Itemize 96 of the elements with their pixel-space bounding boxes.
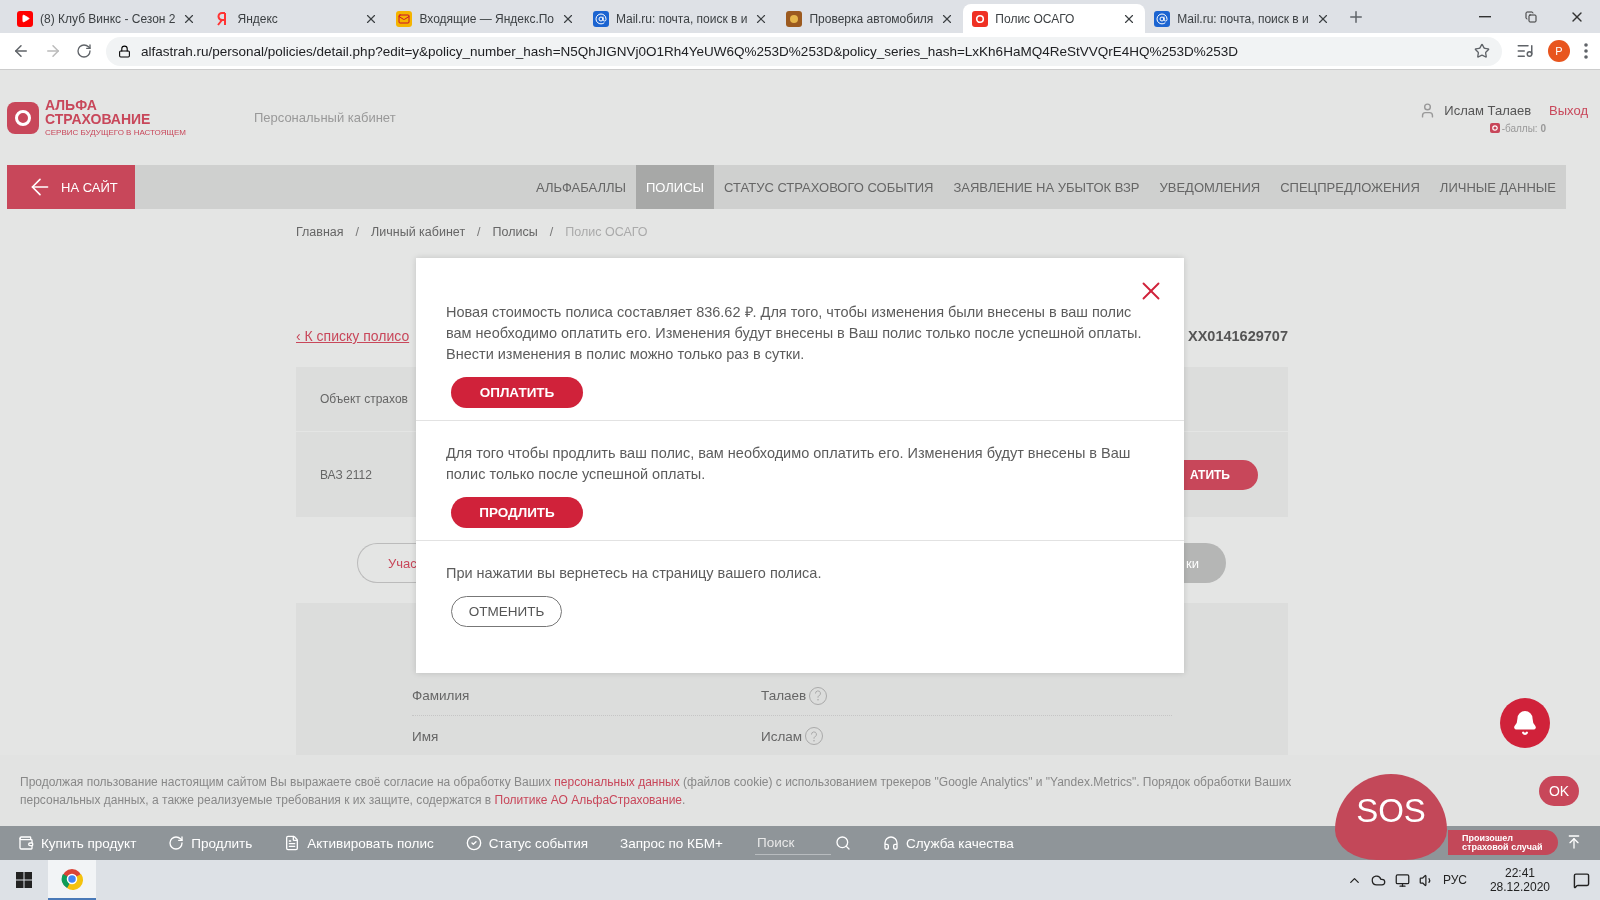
logo-text: СТРАХОВАНИЕ <box>45 112 152 126</box>
breadcrumb-separator: / <box>549 225 554 239</box>
toolbar-link[interactable]: Служба качества <box>882 835 1014 851</box>
back-button[interactable] <box>12 42 30 60</box>
nav-item[interactable]: СТАТУС СТРАХОВОГО СОБЫТИЯ <box>714 165 944 209</box>
section-title: Персональный кабинет <box>253 110 396 125</box>
notifications-icon[interactable] <box>1573 871 1590 889</box>
toolbar-link[interactable]: Статус события <box>465 835 588 851</box>
toolbar-link[interactable]: Продлить <box>168 835 253 851</box>
windows-logo-icon <box>16 872 32 888</box>
at-sign-icon <box>593 10 610 27</box>
logo-icon <box>972 10 989 27</box>
toolbar-link[interactable]: Запрос по КБМ+ <box>620 835 723 851</box>
points-text: -баллы: 0 <box>1501 122 1546 134</box>
wallet-icon <box>18 835 34 851</box>
breadcrumb-separator: / <box>355 225 360 239</box>
field-label: Фамилия <box>412 688 471 703</box>
headphones-icon <box>882 835 899 851</box>
cloud-icon[interactable] <box>1370 872 1386 888</box>
action-button[interactable]: ПРОДЛИТЬ <box>451 497 583 528</box>
policy-number: ХХ0141629707 <box>1188 328 1288 344</box>
policy-link[interactable]: Политике АО АльфаСтрахование <box>494 792 683 807</box>
playlist-icon <box>1516 42 1534 60</box>
nav-item[interactable]: СПЕЦПРЕДЛОЖЕНИЯ <box>1270 165 1430 209</box>
document-icon <box>284 835 301 851</box>
browser-taskbar-button[interactable] <box>48 860 96 900</box>
dialog-message: При нажатии вы вернетесь на страницу вашего полиса. <box>446 564 823 583</box>
cancel-button[interactable]: ОТМЕНИТЬ <box>451 596 562 627</box>
points-icon <box>1489 123 1500 133</box>
bell-icon <box>1512 710 1538 736</box>
user-name: Ислам Талаев <box>1444 102 1532 118</box>
policy-link[interactable]: персональных данных <box>554 774 680 789</box>
scroll-top-button[interactable] <box>1566 834 1582 850</box>
restore-icon <box>1525 10 1537 23</box>
field-value: Ислам <box>761 728 803 744</box>
toolbar-link[interactable]: Купить продукт <box>18 835 137 851</box>
play-icon <box>17 10 33 27</box>
browser-tab[interactable]: (8) Клуб Винкс - Сезон 2 <box>8 4 206 33</box>
action-button[interactable]: ОПЛАТИТЬ <box>451 377 583 408</box>
menu-button[interactable] <box>1584 43 1588 59</box>
browser-tab[interactable]: Mail.ru: почта, поиск в и <box>1145 4 1339 33</box>
minimize-icon <box>1479 15 1491 18</box>
language-indicator[interactable]: РУС <box>1442 873 1467 887</box>
browser-tab[interactable]: Mail.ru: почта, поиск в и <box>584 4 778 33</box>
reload-button[interactable] <box>76 43 92 59</box>
clock-time[interactable]: 22:41 <box>1504 866 1535 880</box>
emblem-icon <box>786 10 803 27</box>
at-sign-icon <box>1154 10 1171 27</box>
profile-button[interactable]: Р <box>1548 40 1570 62</box>
back-to-site-button[interactable]: НА САЙТ <box>7 165 135 209</box>
browser-tab[interactable]: Проверка автомобиля <box>777 4 964 33</box>
cookie-notice: Продолжая пользование настоящим сайтом Вы выражаете своё согласие на обработку Ваших персональных данных (файлов cookie) с использованием трекеров "Google Analytics" и "Yandex.Metrics". Порядок обработки Ваших персональных данных, а также реализуемые требования к их защите, содержатся в Политике АО АльфаСтрахование. <box>20 773 1293 809</box>
search-icon <box>834 835 851 851</box>
field-value: Талаев <box>761 688 807 703</box>
logo-tagline: СЕРВИС БУДУЩЕГО В НАСТОЯЩЕМ <box>45 128 186 137</box>
nav-item[interactable]: УВЕДОМЛЕНИЯ <box>1149 165 1271 209</box>
star-icon[interactable] <box>1474 43 1490 59</box>
incident-button[interactable]: Произошел страховой случай <box>1448 830 1558 855</box>
menu-icon <box>1584 43 1588 59</box>
nav-item[interactable]: ПОЛИСЫ <box>636 165 715 209</box>
browser-logo-icon <box>61 868 83 890</box>
ok-button[interactable]: OK <box>1539 775 1579 806</box>
browser-tab[interactable]: Яндекс <box>205 4 388 33</box>
media-button[interactable] <box>1516 42 1534 60</box>
logo-text: АЛЬФА <box>45 98 98 112</box>
pay-button[interactable]: АТИТЬ <box>1184 459 1258 490</box>
breadcrumb-separator: / <box>477 225 481 239</box>
nav-item[interactable]: АЛЬФАБАЛЛЫ <box>525 165 636 209</box>
nav-item[interactable]: ЛИЧНЫЕ ДАННЫЕ <box>1429 165 1566 209</box>
vehicle-name: ВАЗ 2112 <box>320 467 372 482</box>
arrow-right-icon <box>44 42 62 60</box>
dialog-message: Для того чтобы продлить ваш полис, вам необходимо оплатить его. Изменения будут внесены в Ваш полис только после успешной оплаты. <box>446 444 1132 484</box>
back-link[interactable]: ‹ К списку полисо <box>296 328 410 344</box>
logout-link[interactable]: Выход <box>1549 102 1588 118</box>
browser-tab[interactable]: Полис ОСАГО <box>963 4 1146 33</box>
breadcrumb-link[interactable]: Личный кабинет <box>371 225 466 239</box>
dialog-message: Новая стоимость полиса составляет 836.62 ₽. Для того, чтобы изменения были внесены в ваш полис вам необходимо оплатить его. Изменения будут внесены в Ваш полис только после успешной оплаты. Внести изменения в полис можно только раз в сутки. <box>446 303 1143 364</box>
logo-icon <box>7 101 39 134</box>
breadcrumb-link[interactable]: Полисы <box>492 225 538 239</box>
clock-date[interactable]: 28.12.2020 <box>1489 880 1550 894</box>
address-bar[interactable]: alfastrah.ru/personal/policies/detail.php?edit=y&policy_number_hash=N5QhJIGNVj0O1Rh4YeUW6Q%253D%253D&policy_series_hash=LxKh6HaMQ4ReStVVQrE4HQ%253D%253D <box>106 36 1502 66</box>
breadcrumb-link[interactable]: Главная <box>296 225 344 239</box>
nav-item[interactable]: ЗАЯВЛЕНИЕ НА УБЫТОК ВЗР <box>943 165 1150 209</box>
toolbar-link[interactable]: Активировать полис <box>284 835 434 851</box>
reload-icon <box>76 43 92 59</box>
arrow-up-icon <box>1566 834 1582 850</box>
check-circle-icon <box>465 835 482 851</box>
field-label: Имя <box>412 728 440 744</box>
browser-tab[interactable]: Входящие — Яндекс.По <box>387 4 585 33</box>
search-field[interactable]: Поиск <box>754 831 831 855</box>
envelope-icon <box>396 10 413 27</box>
network-icon[interactable] <box>1394 872 1410 888</box>
refresh-icon <box>168 835 185 851</box>
column-header: Объект страхов <box>320 392 408 406</box>
lock-icon <box>118 44 131 58</box>
notification-button[interactable] <box>1500 698 1550 748</box>
